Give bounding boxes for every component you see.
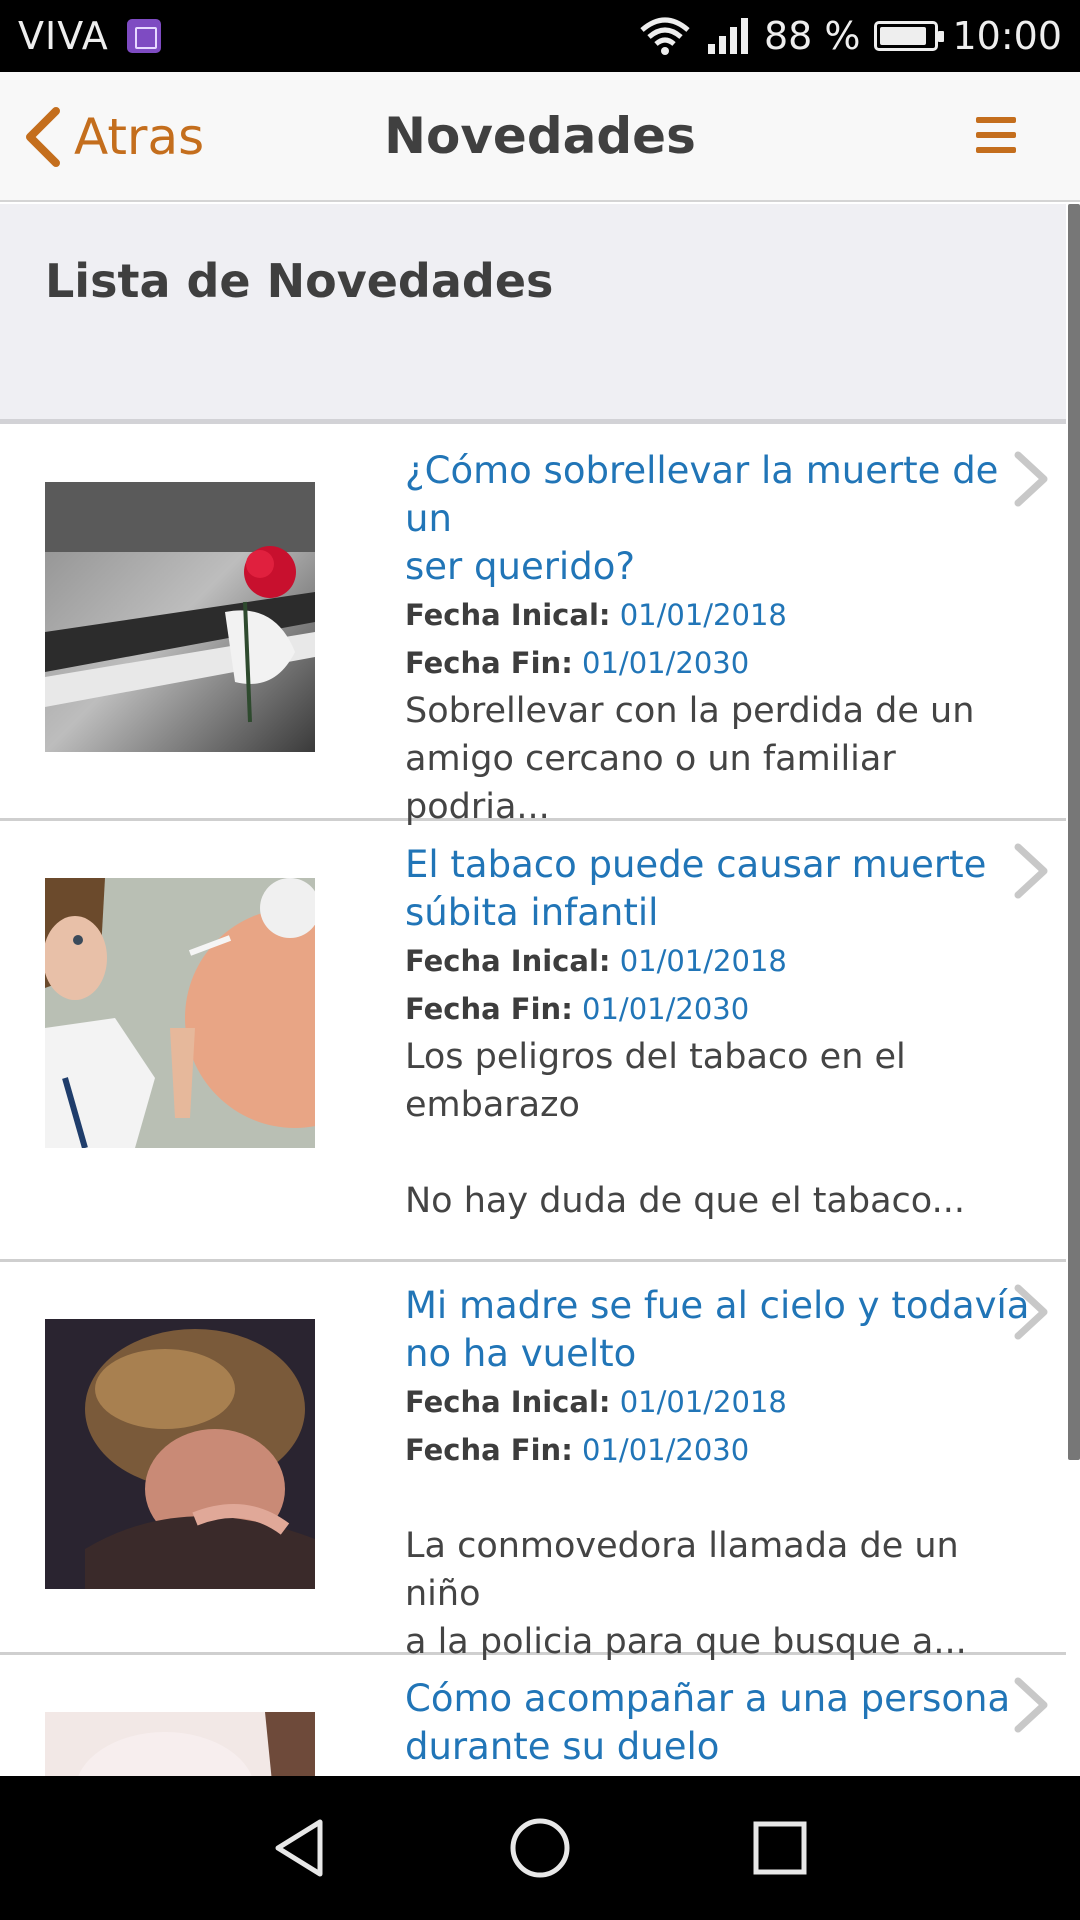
signal-icon [707, 18, 748, 54]
news-title-line: no ha vuelto [405, 1332, 637, 1375]
nav-home-button[interactable] [420, 1776, 660, 1920]
nav-recents-button[interactable] [660, 1776, 900, 1920]
system-nav-bar [0, 1776, 1080, 1920]
news-thumbnail-rose [45, 482, 315, 752]
news-body: Cómo acompañar a una persona durante su … [405, 1655, 1035, 1771]
battery-percent: 88 % [763, 14, 861, 58]
end-date-value: 01/01/2030 [582, 1433, 750, 1467]
app-header: Atras Novedades [0, 72, 1080, 202]
news-title: El tabaco puede causar muerte súbita inf… [405, 841, 1035, 937]
news-excerpt: Los peligros del tabaco en el embarazo N… [405, 1033, 1035, 1225]
news-title-line: durante su duelo [405, 1725, 720, 1768]
news-body: ¿Cómo sobrellevar la muerte de un ser qu… [405, 429, 1035, 831]
start-date-row: Fecha Inical: 01/01/2018 [405, 591, 1035, 639]
excerpt-line: La conmovedora llamada de un niño [405, 1526, 959, 1614]
carrier-name: VIVA [18, 14, 109, 58]
rose-photo-image [45, 482, 315, 752]
chevron-left-icon [26, 107, 60, 167]
battery-level [880, 27, 926, 45]
start-date-label: Fecha Inical: [405, 598, 611, 632]
news-item[interactable]: Cómo acompañar a una persona durante su … [0, 1655, 1066, 1776]
start-date-row: Fecha Inical: 01/01/2018 [405, 1378, 1035, 1426]
excerpt-line [405, 1474, 1035, 1522]
start-date-value: 01/01/2018 [619, 944, 787, 978]
chevron-right-icon [1014, 1677, 1048, 1733]
clock: 10:00 [952, 14, 1062, 58]
pregnancy-photo-image [45, 878, 315, 1148]
news-item[interactable]: ¿Cómo sobrellevar la muerte de un ser qu… [0, 429, 1066, 827]
status-bar: VIVA 88 % 10:00 [0, 0, 1080, 72]
gallery-notification-icon [126, 19, 161, 53]
scrollbar[interactable] [1068, 204, 1080, 1460]
excerpt-line: Los peligros del tabaco en el [405, 1037, 906, 1077]
end-date-row: Fecha Fin: 01/01/2030 [405, 985, 1035, 1033]
start-date-value: 01/01/2018 [619, 1385, 787, 1419]
section-header: Lista de Novedades [0, 204, 1066, 424]
section-title: Lista de Novedades [45, 254, 554, 308]
news-title-line: Cómo acompañar a una persona [405, 1677, 1011, 1720]
news-list: ¿Cómo sobrellevar la muerte de un ser qu… [0, 429, 1066, 1776]
news-item[interactable]: El tabaco puede causar muerte súbita inf… [0, 821, 1066, 1262]
start-date-value: 01/01/2018 [619, 598, 787, 632]
end-date-row: Fecha Fin: 01/01/2030 [405, 1426, 1035, 1474]
end-date-label: Fecha Fin: [405, 1433, 573, 1467]
end-date-row: Fecha Fin: 01/01/2030 [405, 639, 1035, 687]
child-photo-image [45, 1319, 315, 1589]
news-title: ¿Cómo sobrellevar la muerte de un ser qu… [405, 447, 1035, 591]
news-thumbnail-child [45, 1319, 315, 1589]
excerpt-line: embarazo [405, 1085, 580, 1125]
excerpt-line: amigo cercano o un familiar [405, 739, 896, 779]
back-button[interactable]: Atras [22, 72, 204, 202]
news-title-line: El tabaco puede causar muerte [405, 843, 987, 886]
end-date-label: Fecha Fin: [405, 646, 573, 680]
excerpt-line: No hay duda de que el tabaco... [405, 1181, 965, 1221]
square-recents-icon [753, 1821, 807, 1875]
circle-home-icon [510, 1818, 570, 1878]
news-body: Mi madre se fue al cielo y todavía no ha… [405, 1262, 1035, 1666]
end-date-value: 01/01/2030 [582, 992, 750, 1026]
news-title-line: ¿Cómo sobrellevar la muerte de un [405, 449, 999, 540]
hamburger-menu-icon[interactable] [976, 117, 1016, 153]
chevron-right-icon [1014, 451, 1048, 507]
status-left: VIVA [18, 14, 161, 58]
news-title: Cómo acompañar a una persona durante su … [405, 1675, 1035, 1771]
news-thumbnail-tobacco [45, 878, 315, 1148]
chevron-right-icon [1014, 843, 1048, 899]
menu-bar-top [976, 117, 1016, 123]
news-title-line: Mi madre se fue al cielo y todavía [405, 1284, 1030, 1327]
triangle-back-icon [275, 1819, 323, 1877]
battery-icon [874, 21, 945, 51]
nav-back-button[interactable] [180, 1776, 420, 1920]
end-date-label: Fecha Fin: [405, 992, 573, 1026]
grief-photo-image [45, 1712, 315, 1776]
news-item[interactable]: Mi madre se fue al cielo y todavía no ha… [0, 1262, 1066, 1662]
chevron-right-icon [1014, 1284, 1048, 1340]
start-date-row: Fecha Inical: 01/01/2018 [405, 937, 1035, 985]
back-label: Atras [74, 108, 205, 166]
start-date-label: Fecha Inical: [405, 1385, 611, 1419]
excerpt-line [405, 1129, 1035, 1177]
news-excerpt: La conmovedora llamada de un niño a la p… [405, 1474, 1035, 1666]
excerpt-line: Sobrellevar con la perdida de un [405, 691, 975, 731]
news-title: Mi madre se fue al cielo y todavía no ha… [405, 1282, 1035, 1378]
news-title-line: súbita infantil [405, 891, 659, 934]
start-date-label: Fecha Inical: [405, 944, 611, 978]
news-excerpt: Sobrellevar con la perdida de un amigo c… [405, 687, 1035, 831]
news-body: El tabaco puede causar muerte súbita inf… [405, 821, 1035, 1225]
wifi-icon [640, 17, 690, 55]
end-date-value: 01/01/2030 [582, 646, 750, 680]
page-title: Novedades [384, 107, 696, 165]
status-right: 88 % 10:00 [638, 14, 1062, 58]
menu-bar-bottom [976, 147, 1016, 153]
news-title-line: ser querido? [405, 545, 635, 588]
news-thumbnail-grief [45, 1712, 315, 1776]
menu-bar-middle [976, 132, 1016, 138]
